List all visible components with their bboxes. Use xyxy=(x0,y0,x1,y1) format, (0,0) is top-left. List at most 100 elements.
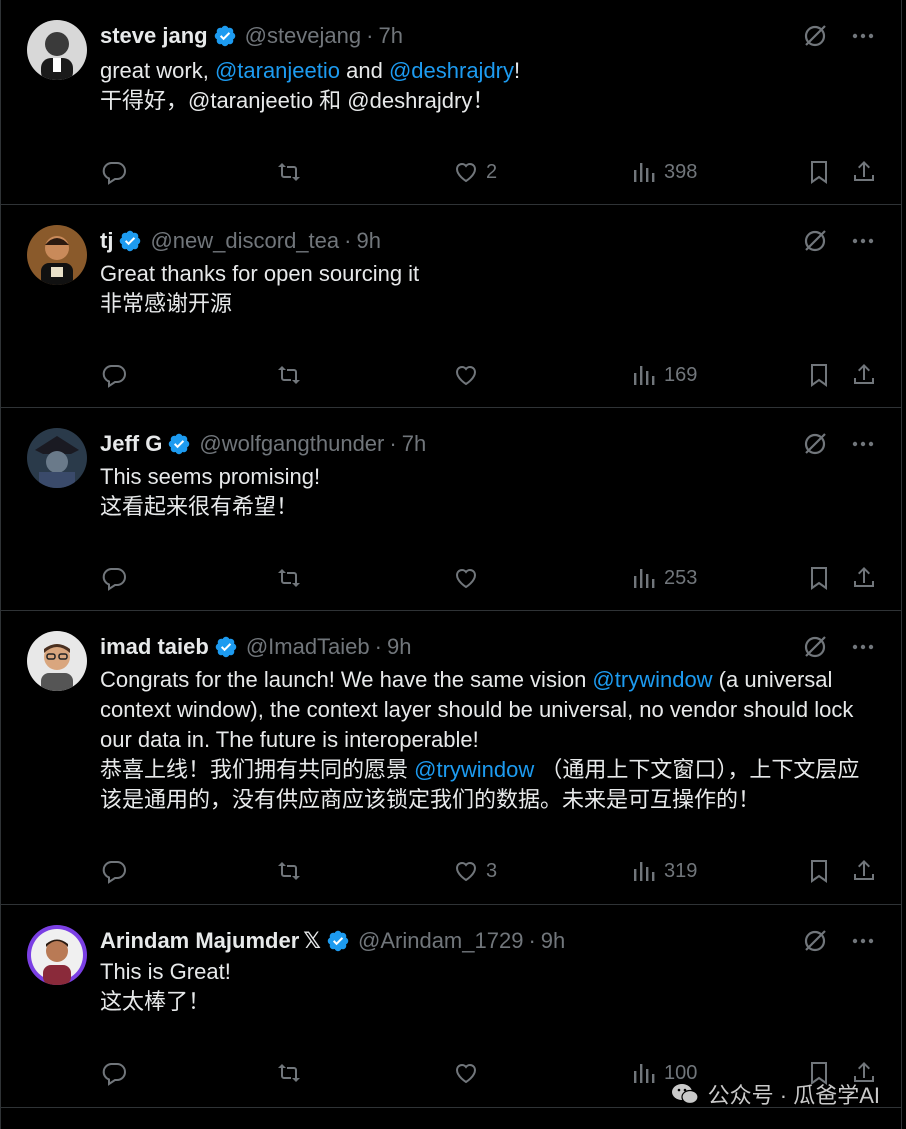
views-button[interactable]: 169 xyxy=(630,359,697,391)
handle[interactable]: @stevejang xyxy=(245,23,362,49)
tweet-actions: 2 398 xyxy=(100,156,880,188)
avatar[interactable] xyxy=(27,631,87,691)
grok-icon[interactable] xyxy=(801,633,829,661)
avatar[interactable] xyxy=(27,428,87,488)
more-icon[interactable] xyxy=(849,927,877,955)
more-icon[interactable] xyxy=(849,430,877,458)
text-segment: 这看起来很有希望！ xyxy=(100,494,299,519)
bookmark-icon xyxy=(811,161,827,184)
tweet-text: This is Great! xyxy=(100,957,871,987)
mention-link[interactable]: @trywindow xyxy=(592,667,712,692)
more-icon[interactable] xyxy=(849,22,877,50)
watermark: 公众号 · 瓜爸学AI xyxy=(670,1078,880,1110)
more-icon[interactable] xyxy=(849,633,877,661)
mention-link[interactable]: @deshrajdry xyxy=(389,58,514,83)
display-name[interactable]: steve jang xyxy=(100,23,208,49)
retweet-button[interactable] xyxy=(275,855,303,887)
like-count: 3 xyxy=(486,859,498,882)
reply-button[interactable] xyxy=(100,156,128,188)
views-button[interactable]: 253 xyxy=(630,562,697,594)
share-button[interactable] xyxy=(850,156,878,188)
separator: · xyxy=(344,228,352,253)
grok-icon[interactable] xyxy=(801,927,829,955)
heart-icon xyxy=(455,862,477,882)
share-icon xyxy=(854,364,874,384)
x-logo-icon: 𝕏 xyxy=(303,928,321,953)
grok-icon[interactable] xyxy=(801,430,829,458)
tweet-body: great work, @taranjeetio and @deshrajdry… xyxy=(100,56,871,116)
verified-badge-icon xyxy=(214,635,238,659)
display-name[interactable]: Arindam Majumder xyxy=(100,928,299,954)
verified-badge-icon xyxy=(167,432,191,456)
handle[interactable]: @Arindam_1729 xyxy=(358,928,523,954)
views-button[interactable]: 319 xyxy=(630,855,697,887)
timestamp[interactable]: 9h xyxy=(387,634,411,660)
handle[interactable]: @new_discord_tea xyxy=(150,228,339,254)
tweet-translation: 干得好，@taranjeetio 和 @deshrajdry！ xyxy=(100,86,871,116)
retweet-button[interactable] xyxy=(275,562,303,594)
bookmark-button[interactable] xyxy=(805,562,833,594)
like-count: 2 xyxy=(486,160,498,183)
timestamp[interactable]: 7h xyxy=(402,431,426,457)
separator: · xyxy=(389,431,397,456)
avatar[interactable] xyxy=(27,20,87,80)
retweet-icon xyxy=(278,862,300,880)
tweet-actions: 3 319 xyxy=(100,855,880,887)
retweet-button[interactable] xyxy=(275,359,303,391)
tweet-text: This seems promising! xyxy=(100,462,871,492)
reply-icon xyxy=(102,365,126,388)
handle[interactable]: @wolfgangthunder xyxy=(199,431,384,457)
separator: · xyxy=(366,23,374,48)
more-icon[interactable] xyxy=(849,227,877,255)
grok-icon[interactable] xyxy=(801,22,829,50)
retweet-button[interactable] xyxy=(275,1057,303,1089)
view-count: 398 xyxy=(664,160,698,183)
like-button[interactable]: 2 xyxy=(452,156,497,188)
mention-link[interactable]: @taranjeetio xyxy=(215,58,340,83)
share-button[interactable] xyxy=(850,855,878,887)
display-name[interactable]: Jeff G xyxy=(100,431,162,457)
like-button[interactable] xyxy=(452,562,486,594)
views-icon xyxy=(634,1064,655,1083)
timestamp[interactable]: 9h xyxy=(356,228,380,254)
reply-button[interactable] xyxy=(100,359,128,391)
reply-icon xyxy=(102,861,126,884)
share-button[interactable] xyxy=(850,562,878,594)
mention-link[interactable]: @trywindow xyxy=(414,757,534,782)
display-name[interactable]: tj xyxy=(100,228,113,254)
tweet[interactable]: Jeff G @wolfgangthunder · 7h This seems … xyxy=(1,408,901,611)
like-button[interactable] xyxy=(452,1057,486,1089)
heart-icon xyxy=(455,1064,477,1084)
retweet-button[interactable] xyxy=(275,156,303,188)
reply-feed: steve jang @stevejang · 7h great work, @… xyxy=(0,0,902,1129)
avatar[interactable] xyxy=(27,225,87,285)
reply-button[interactable] xyxy=(100,562,128,594)
reply-button[interactable] xyxy=(100,1057,128,1089)
tweet-body: Great thanks for open sourcing it 非常感谢开源 xyxy=(100,259,871,319)
reply-icon xyxy=(102,162,126,185)
verified-badge-icon xyxy=(213,24,237,48)
handle[interactable]: @ImadTaieb xyxy=(246,634,370,660)
avatar[interactable] xyxy=(27,925,87,985)
like-button[interactable] xyxy=(452,359,486,391)
reply-icon xyxy=(102,1063,126,1086)
retweet-icon xyxy=(278,366,300,384)
tweet[interactable]: tj @new_discord_tea · 9h Great thanks fo… xyxy=(1,205,901,408)
timestamp[interactable]: 9h xyxy=(541,928,565,954)
share-button[interactable] xyxy=(850,359,878,391)
grok-icon[interactable] xyxy=(801,227,829,255)
tweet[interactable]: steve jang @stevejang · 7h great work, @… xyxy=(1,0,901,205)
bookmark-button[interactable] xyxy=(805,855,833,887)
bookmark-button[interactable] xyxy=(805,156,833,188)
text-segment: This is Great! xyxy=(100,959,231,984)
bookmark-button[interactable] xyxy=(805,359,833,391)
timestamp[interactable]: 7h xyxy=(378,23,402,49)
like-button[interactable]: 3 xyxy=(452,855,497,887)
bookmark-icon xyxy=(811,860,827,883)
reply-button[interactable] xyxy=(100,855,128,887)
text-segment: 恭喜上线！我们拥有共同的愿景 xyxy=(100,757,415,782)
views-button[interactable]: 398 xyxy=(630,156,697,188)
tweet-header: steve jang @stevejang · 7h xyxy=(100,20,403,52)
tweet[interactable]: imad taieb @ImadTaieb · 9h Congrats for … xyxy=(1,611,901,905)
display-name[interactable]: imad taieb xyxy=(100,634,209,660)
